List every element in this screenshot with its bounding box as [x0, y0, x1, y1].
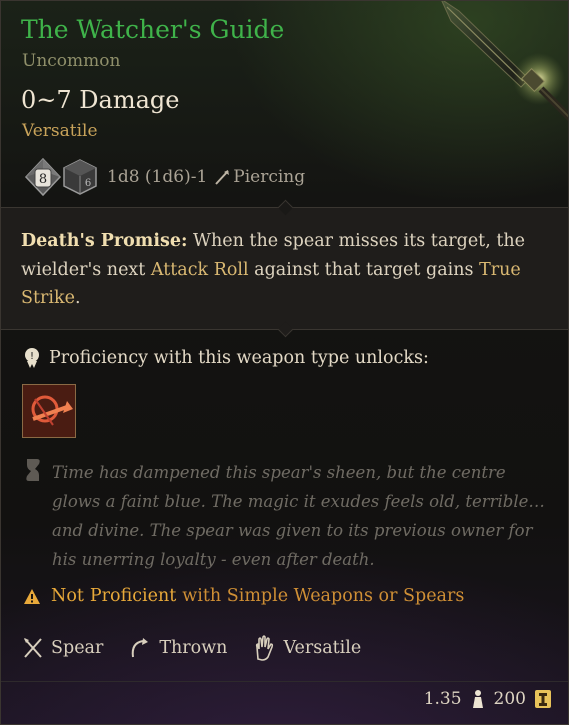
proficiency-warning: Not Proficient with Simple Weapons or Sp… [23, 586, 464, 606]
item-rarity: Uncommon [22, 51, 121, 71]
property-label: Thrown [159, 638, 228, 658]
property-spear[interactable]: Spear [23, 637, 103, 659]
svg-text:!: ! [30, 351, 34, 362]
passive-name: Death's Promise: [21, 231, 188, 251]
item-footer: 1.35 200 [424, 689, 552, 709]
versatile-hand-icon [256, 635, 274, 661]
d8-dice-value: 8 [39, 172, 47, 187]
item-tooltip: The Watcher's Guide Uncommon 0~7 Damage … [0, 0, 569, 725]
damage-type: Piercing [213, 167, 305, 187]
spear-type-icon [24, 638, 42, 658]
property-versatile[interactable]: Versatile [253, 635, 361, 661]
warning-icon [24, 588, 40, 604]
weapon-action-art-icon [23, 385, 75, 437]
piercing-icon [215, 170, 230, 185]
damage-dice-row: 8 6 1d8 (1d6)-1 Piercing [23, 155, 305, 199]
weapon-property-tag: Versatile [22, 121, 98, 141]
item-name: The Watcher's Guide [21, 15, 285, 44]
thrown-icon [132, 638, 149, 658]
gold-value: 200 [493, 689, 526, 709]
attack-roll-link[interactable]: Attack Roll [151, 260, 249, 280]
gold-coin-icon [535, 690, 551, 708]
weight-value: 1.35 [423, 689, 462, 709]
property-label: Versatile [283, 638, 362, 658]
warning-not: Not [51, 586, 84, 606]
d8-dice-icon: 8 [24, 157, 62, 197]
property-label: Spear [51, 638, 104, 658]
spear-item-icon [441, 1, 568, 121]
proficiency-row: ! Proficiency with this weapon type unlo… [23, 347, 429, 369]
svg-text:6: 6 [85, 178, 91, 189]
lore-scroll-icon [26, 459, 40, 481]
warning-proficient: Proficient [89, 586, 177, 606]
warning-weapon-types: with Simple Weapons or Spears [182, 586, 465, 606]
divider [1, 681, 568, 682]
damage-type-label: Piercing [233, 167, 306, 187]
weight-icon [472, 690, 483, 708]
dice-formula: 1d8 (1d6)-1 [107, 167, 208, 187]
property-thrown[interactable]: Thrown [129, 637, 227, 659]
damage-range: 0~7 Damage [21, 86, 180, 114]
d6-dice-icon: 6 [63, 159, 97, 195]
lore-text: Time has dampened this spear's sheen, bu… [52, 463, 545, 569]
weapon-action-icon[interactable] [22, 384, 76, 438]
proficiency-medal-icon: ! [25, 348, 39, 368]
weapon-properties: Spear Thrown Versatile [23, 635, 387, 661]
passive-description: Death's Promise: When the spear misses i… [21, 231, 525, 308]
proficiency-label: Proficiency with this weapon type unlock… [49, 348, 429, 368]
